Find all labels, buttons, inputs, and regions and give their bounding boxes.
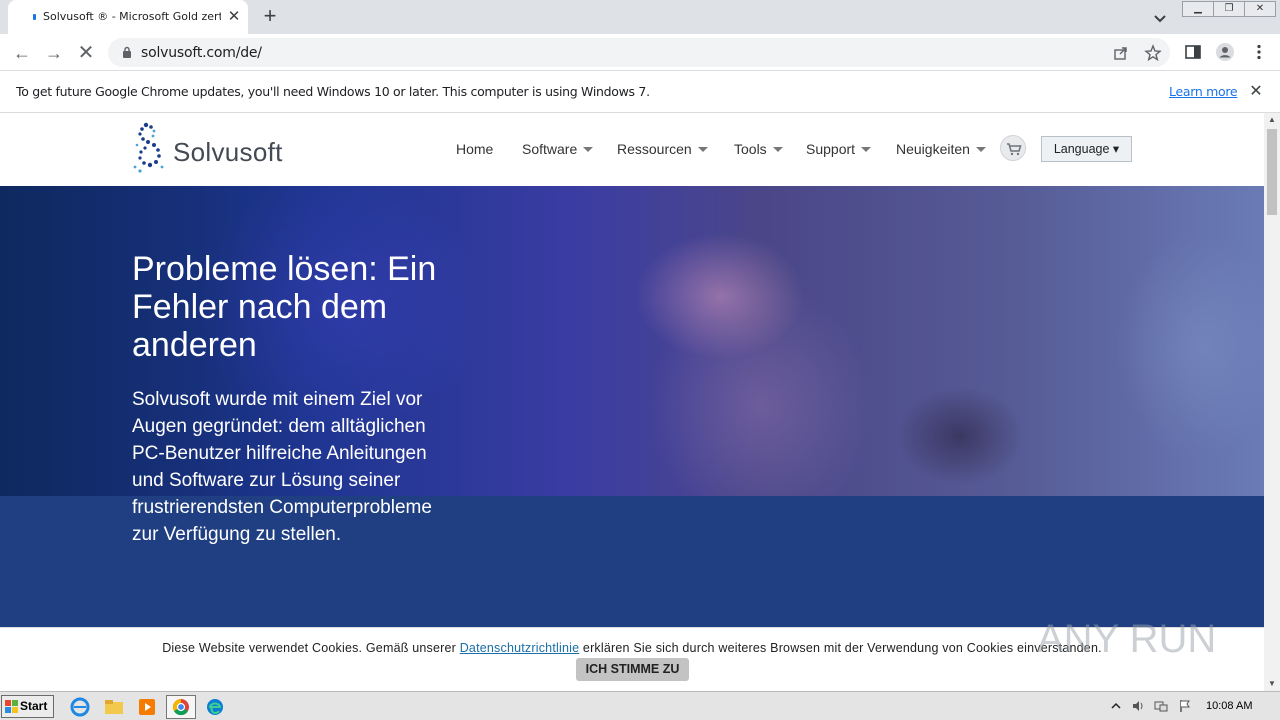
nav-neuigkeiten-label: Neuigkeiten	[896, 141, 970, 157]
infobar-close-icon[interactable]: ✕	[1247, 83, 1265, 101]
cookie-text-before: Diese Website verwendet Cookies. Gemäß u…	[162, 641, 460, 655]
language-button[interactable]: Language ▾	[1041, 136, 1132, 162]
logo-text[interactable]: Solvusoft	[173, 137, 283, 168]
windows-flag-icon	[5, 700, 18, 713]
side-panel-icon[interactable]	[1183, 42, 1203, 62]
profile-avatar-icon[interactable]	[1215, 42, 1235, 62]
chevron-down-icon	[861, 147, 872, 152]
close-window-icon[interactable]: ✕	[1244, 1, 1276, 17]
lock-icon[interactable]	[122, 46, 132, 59]
cookie-text-after: erklären Sie sich durch weiteres Browsen…	[579, 641, 1102, 655]
page-viewport: Solvusoft Home Software Ressourcen Tools…	[0, 113, 1264, 691]
chevron-down-icon	[975, 147, 986, 152]
nav-ressourcen-label: Ressourcen	[617, 141, 692, 157]
favicon-icon	[33, 14, 36, 20]
chrome-icon	[172, 698, 189, 716]
infobar-message: To get future Google Chrome updates, you…	[16, 84, 650, 99]
privacy-policy-link[interactable]: Datenschutzrichtlinie	[460, 641, 580, 655]
cart-icon	[1007, 143, 1022, 156]
share-icon[interactable]	[1112, 44, 1130, 62]
browser-tab[interactable]: Solvusoft ® - Microsoft Gold zertifizier…	[8, 0, 248, 34]
nav-software[interactable]: Software	[522, 141, 594, 157]
taskbar-clock[interactable]: 10:08 AM	[1206, 700, 1252, 712]
solvusoft-logo-icon[interactable]	[132, 121, 172, 175]
nav-neuigkeiten[interactable]: Neuigkeiten	[896, 141, 986, 157]
tab-search-icon[interactable]	[1150, 8, 1170, 28]
restore-icon[interactable]: ❐	[1213, 1, 1245, 17]
media-player-icon[interactable]	[135, 696, 159, 718]
hero-title: Probleme lösen: Ein Fehler nach dem ande…	[132, 250, 437, 364]
browser-toolbar: ← → ✕ solvusoft.com/de/	[0, 34, 1280, 71]
windows-taskbar: Start 10:08 AM	[0, 691, 1280, 720]
back-icon[interactable]: ←	[10, 41, 34, 65]
action-center-flag-icon[interactable]	[1177, 698, 1193, 714]
scroll-thumb[interactable]	[1267, 129, 1277, 215]
learn-more-link[interactable]: Learn more	[1169, 84, 1238, 99]
bookmark-star-icon[interactable]	[1144, 44, 1162, 62]
chevron-down-icon	[697, 147, 708, 152]
tab-close-icon[interactable]: ✕	[225, 8, 243, 26]
nav-support[interactable]: Support	[806, 141, 872, 157]
page-scrollbar[interactable]: ▲ ▼	[1264, 113, 1280, 691]
volume-icon[interactable]	[1130, 698, 1146, 714]
chevron-down-icon	[772, 147, 783, 152]
chrome-taskbar-button[interactable]	[166, 695, 196, 719]
url-text: solvusoft.com/de/	[141, 45, 262, 61]
stop-icon[interactable]: ✕	[74, 41, 98, 65]
watermark-text: ANY RUN	[1037, 617, 1216, 661]
cart-button[interactable]	[1000, 135, 1026, 161]
scroll-up-icon[interactable]: ▲	[1264, 113, 1280, 127]
anyrun-watermark-logo: ANY RUN	[1037, 617, 1216, 661]
network-icon[interactable]	[1153, 698, 1169, 714]
tab-title: Solvusoft ® - Microsoft Gold zertifizier…	[43, 10, 221, 23]
nav-ressourcen[interactable]: Ressourcen	[617, 141, 708, 157]
window-controls: ▁ ❐ ✕	[1182, 1, 1278, 17]
start-label: Start	[20, 699, 48, 713]
chevron-down-icon	[583, 147, 594, 152]
new-tab-button[interactable]: +	[258, 4, 282, 28]
hero-description: Solvusoft wurde mit einem Ziel vor Augen…	[132, 389, 432, 545]
nav-home-label: Home	[456, 141, 494, 157]
nav-tools-label: Tools	[734, 141, 767, 157]
scroll-down-icon[interactable]: ▼	[1264, 677, 1280, 691]
nav-home[interactable]: Home	[456, 141, 493, 157]
accept-cookies-button[interactable]: ICH STIMME ZU	[576, 658, 689, 681]
minimize-icon[interactable]: ▁	[1182, 1, 1214, 17]
nav-tools[interactable]: Tools	[734, 141, 783, 157]
nav-support-label: Support	[806, 141, 856, 157]
file-explorer-icon[interactable]	[102, 696, 126, 718]
internet-explorer-icon[interactable]	[68, 696, 92, 718]
nav-software-label: Software	[522, 141, 578, 157]
edge-icon[interactable]	[203, 696, 227, 718]
start-button[interactable]: Start	[1, 695, 54, 718]
site-header: Solvusoft Home Software Ressourcen Tools…	[0, 113, 1264, 186]
address-bar[interactable]: solvusoft.com/de/	[108, 38, 1170, 67]
tray-expand-icon[interactable]	[1108, 698, 1124, 714]
menu-kebab-icon[interactable]	[1249, 42, 1269, 62]
tab-strip: Solvusoft ® - Microsoft Gold zertifizier…	[0, 0, 1280, 34]
update-infobar: To get future Google Chrome updates, you…	[0, 71, 1280, 113]
forward-icon[interactable]: →	[42, 41, 66, 65]
